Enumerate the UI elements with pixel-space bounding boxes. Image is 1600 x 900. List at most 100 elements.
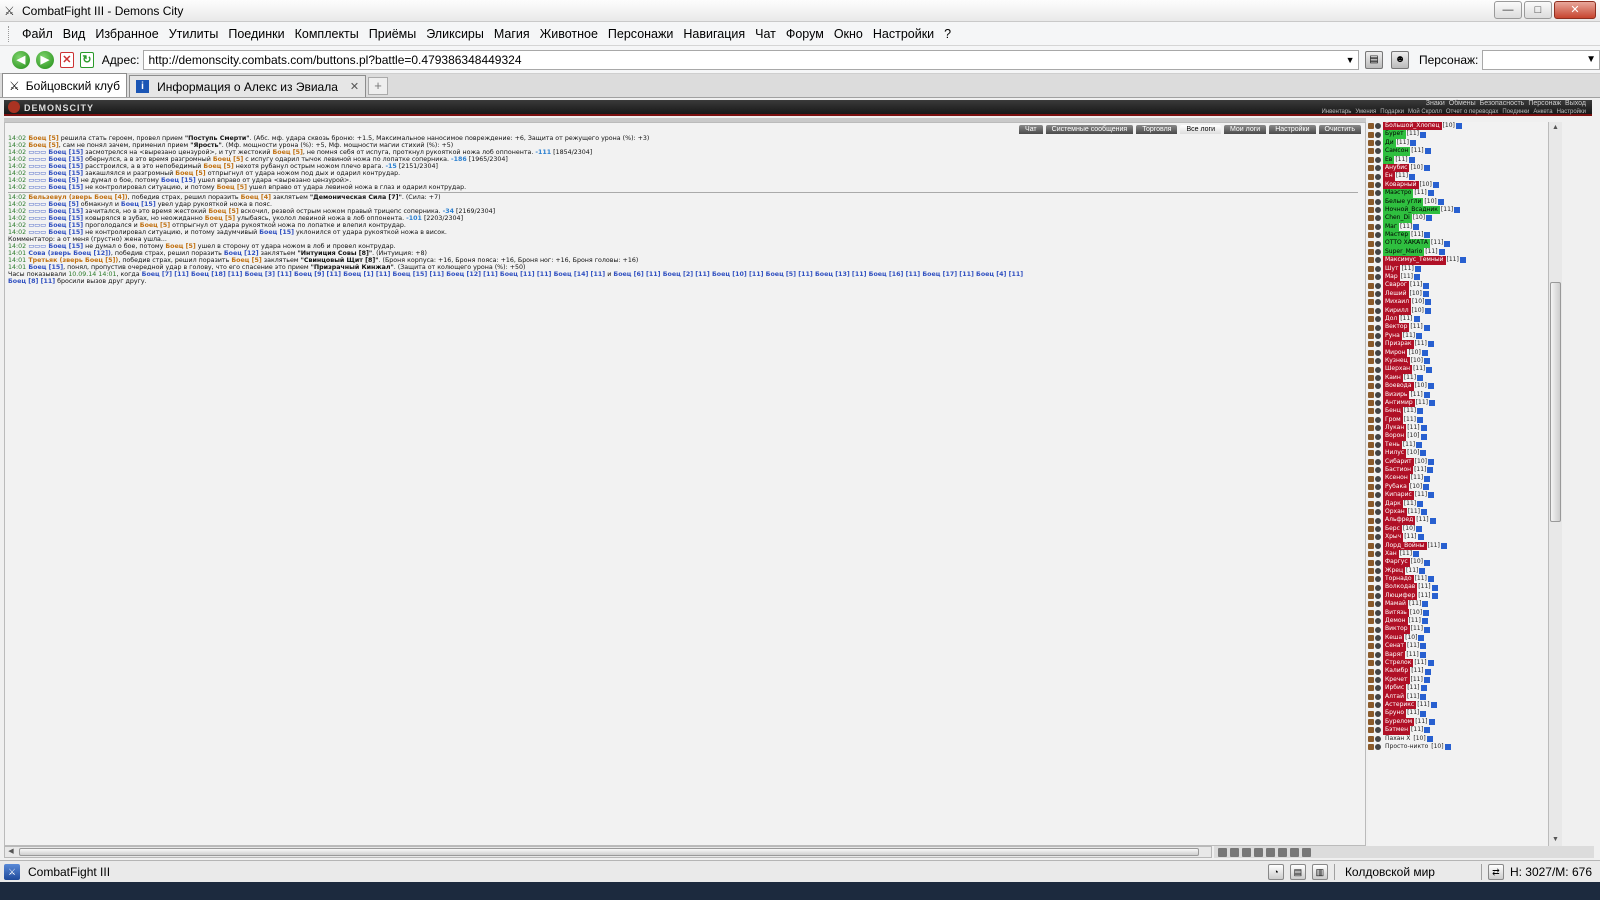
chat-tab-chat[interactable]: Чат bbox=[1019, 125, 1043, 134]
private-message-icon[interactable] bbox=[1368, 584, 1374, 591]
user-name[interactable]: Ирбис bbox=[1383, 684, 1407, 693]
user-row[interactable]: Сварог [11] bbox=[1368, 281, 1548, 290]
fighter-name[interactable]: Боец [10] [11] bbox=[712, 271, 766, 278]
fighter-name[interactable]: Бельзевул (зверь Боец [4]) bbox=[26, 194, 127, 201]
user-info-icon[interactable] bbox=[1408, 156, 1415, 163]
private-message-icon[interactable] bbox=[1368, 232, 1374, 239]
private-message-icon[interactable] bbox=[1368, 576, 1374, 583]
user-info-icon[interactable] bbox=[1426, 215, 1433, 222]
user-info-icon[interactable] bbox=[1423, 626, 1430, 633]
menu-file[interactable]: Файл bbox=[17, 27, 58, 41]
user-name[interactable]: Витязь bbox=[1383, 608, 1409, 618]
private-message-icon[interactable] bbox=[1368, 618, 1374, 625]
user-info-icon[interactable] bbox=[1420, 450, 1427, 457]
user-row[interactable]: Демон [11] bbox=[1368, 617, 1548, 626]
user-name[interactable]: Астерикс bbox=[1383, 700, 1417, 710]
user-info-icon[interactable] bbox=[1414, 265, 1421, 272]
private-message-icon[interactable] bbox=[1368, 744, 1374, 751]
fighter-name[interactable]: Боец [12] [11] bbox=[446, 271, 500, 278]
panel-view-icon[interactable]: ▥ bbox=[1311, 864, 1328, 880]
fighter-name[interactable]: ▭▭▭ Боец [15] bbox=[26, 243, 83, 250]
private-message-icon[interactable] bbox=[1368, 450, 1374, 457]
user-row[interactable]: Кузнец [10] bbox=[1368, 356, 1548, 366]
user-row[interactable]: Алтай [11] bbox=[1368, 692, 1548, 701]
user-info-icon[interactable] bbox=[1421, 509, 1428, 516]
private-message-icon[interactable] bbox=[1368, 525, 1374, 532]
user-name[interactable]: Стрелок bbox=[1383, 659, 1414, 668]
user-info-icon[interactable] bbox=[1444, 744, 1451, 751]
user-info-icon[interactable] bbox=[1422, 291, 1429, 297]
user-row[interactable]: Торнадо [11] bbox=[1368, 575, 1548, 584]
user-name[interactable]: Гром bbox=[1383, 415, 1403, 425]
new-tab-button[interactable]: + bbox=[368, 77, 389, 95]
sound-icon[interactable] bbox=[1254, 847, 1263, 857]
refresh-chat-icon[interactable] bbox=[1266, 847, 1275, 857]
nav-skills[interactable]: Умения bbox=[1355, 108, 1376, 116]
user-name[interactable]: Тень bbox=[1383, 440, 1402, 450]
private-message-icon[interactable] bbox=[1368, 324, 1374, 331]
connection-icon[interactable]: ◔ bbox=[1267, 864, 1284, 880]
user-row[interactable]: Хан [11] bbox=[1368, 549, 1548, 559]
user-name[interactable]: Леший bbox=[1383, 289, 1409, 299]
user-info-icon[interactable] bbox=[1440, 542, 1447, 549]
private-message-icon[interactable] bbox=[1368, 601, 1374, 608]
fighter-name[interactable]: Боец [15] bbox=[259, 229, 294, 236]
user-info-icon[interactable] bbox=[1413, 223, 1420, 230]
menu-grip[interactable] bbox=[8, 25, 11, 42]
user-info-icon[interactable] bbox=[1426, 735, 1433, 742]
user-info-icon[interactable] bbox=[1420, 693, 1427, 700]
nav-signs[interactable]: Знаки bbox=[1426, 100, 1445, 108]
nav-gifts[interactable]: Подарки bbox=[1380, 108, 1404, 116]
user-name[interactable]: Шут bbox=[1383, 264, 1401, 274]
list-view-icon[interactable]: ▤ bbox=[1289, 864, 1306, 880]
user-info-icon[interactable] bbox=[1424, 358, 1431, 365]
user-info-icon[interactable] bbox=[1417, 500, 1424, 507]
user-name[interactable]: Демон bbox=[1383, 617, 1408, 626]
user-name[interactable]: Антимир bbox=[1383, 398, 1415, 408]
user-info-icon[interactable] bbox=[1432, 181, 1439, 188]
user-name[interactable]: Люцифер bbox=[1383, 591, 1418, 601]
private-message-icon[interactable] bbox=[1368, 181, 1374, 188]
private-message-icon[interactable] bbox=[1368, 173, 1374, 180]
minimize-button[interactable]: — bbox=[1494, 1, 1522, 19]
user-row[interactable]: Большой_Хлопец [10] bbox=[1368, 122, 1548, 131]
user-name[interactable]: Мар bbox=[1383, 273, 1400, 282]
fighter-name[interactable]: ▭▭▭ Боец [15] bbox=[26, 229, 83, 236]
user-info-icon[interactable] bbox=[1423, 324, 1430, 331]
user-row[interactable]: Витязь [10] bbox=[1368, 608, 1548, 618]
private-message-icon[interactable] bbox=[1368, 408, 1374, 415]
menu-view[interactable]: Вид bbox=[58, 27, 91, 41]
private-message-icon[interactable] bbox=[1368, 475, 1374, 482]
fighter-name[interactable]: Боец [5] bbox=[26, 142, 58, 149]
user-row[interactable]: Маг [11] bbox=[1368, 222, 1548, 232]
smiley-icon[interactable] bbox=[1218, 847, 1227, 857]
user-name[interactable]: Воевода bbox=[1383, 382, 1414, 391]
user-name[interactable]: Бастион bbox=[1383, 466, 1414, 475]
private-message-icon[interactable] bbox=[1368, 383, 1374, 390]
user-info-icon[interactable] bbox=[1431, 584, 1438, 591]
user-row[interactable]: Хрыч [11] bbox=[1368, 533, 1548, 542]
fighter-name[interactable]: ▭▭▭ Боец [15] bbox=[26, 170, 83, 177]
private-message-icon[interactable] bbox=[1368, 710, 1374, 717]
menu-navigation[interactable]: Навигация bbox=[678, 27, 750, 41]
private-message-icon[interactable] bbox=[1368, 156, 1374, 163]
user-row[interactable]: Кеша [10] bbox=[1368, 633, 1548, 643]
user-name[interactable]: Ночной_Всадник bbox=[1383, 205, 1440, 215]
scroll-thumb[interactable] bbox=[1550, 282, 1561, 522]
fighter-name[interactable]: Боец [18] [11] bbox=[191, 271, 245, 278]
chat-tab-system[interactable]: Системные сообщения bbox=[1045, 125, 1134, 134]
fighter-name[interactable]: Боец [5] bbox=[213, 156, 243, 163]
user-row[interactable]: Лорд_Войны [11] bbox=[1368, 541, 1548, 550]
user-row[interactable]: Берс [10] bbox=[1368, 524, 1548, 534]
user-row[interactable]: Астерикс [11] bbox=[1368, 700, 1548, 710]
user-row[interactable]: Максимус_Темный [11] bbox=[1368, 256, 1548, 265]
user-info-icon[interactable] bbox=[1428, 718, 1435, 725]
fighter-name[interactable]: Боец [5] bbox=[140, 222, 170, 229]
user-name[interactable]: Альфред bbox=[1383, 516, 1416, 525]
user-name[interactable]: Кеша bbox=[1383, 633, 1405, 643]
user-name[interactable]: Призрак bbox=[1383, 340, 1414, 349]
private-message-icon[interactable] bbox=[1368, 282, 1374, 289]
private-message-icon[interactable] bbox=[1368, 332, 1374, 339]
private-message-icon[interactable] bbox=[1368, 483, 1374, 490]
private-message-icon[interactable] bbox=[1368, 509, 1374, 516]
